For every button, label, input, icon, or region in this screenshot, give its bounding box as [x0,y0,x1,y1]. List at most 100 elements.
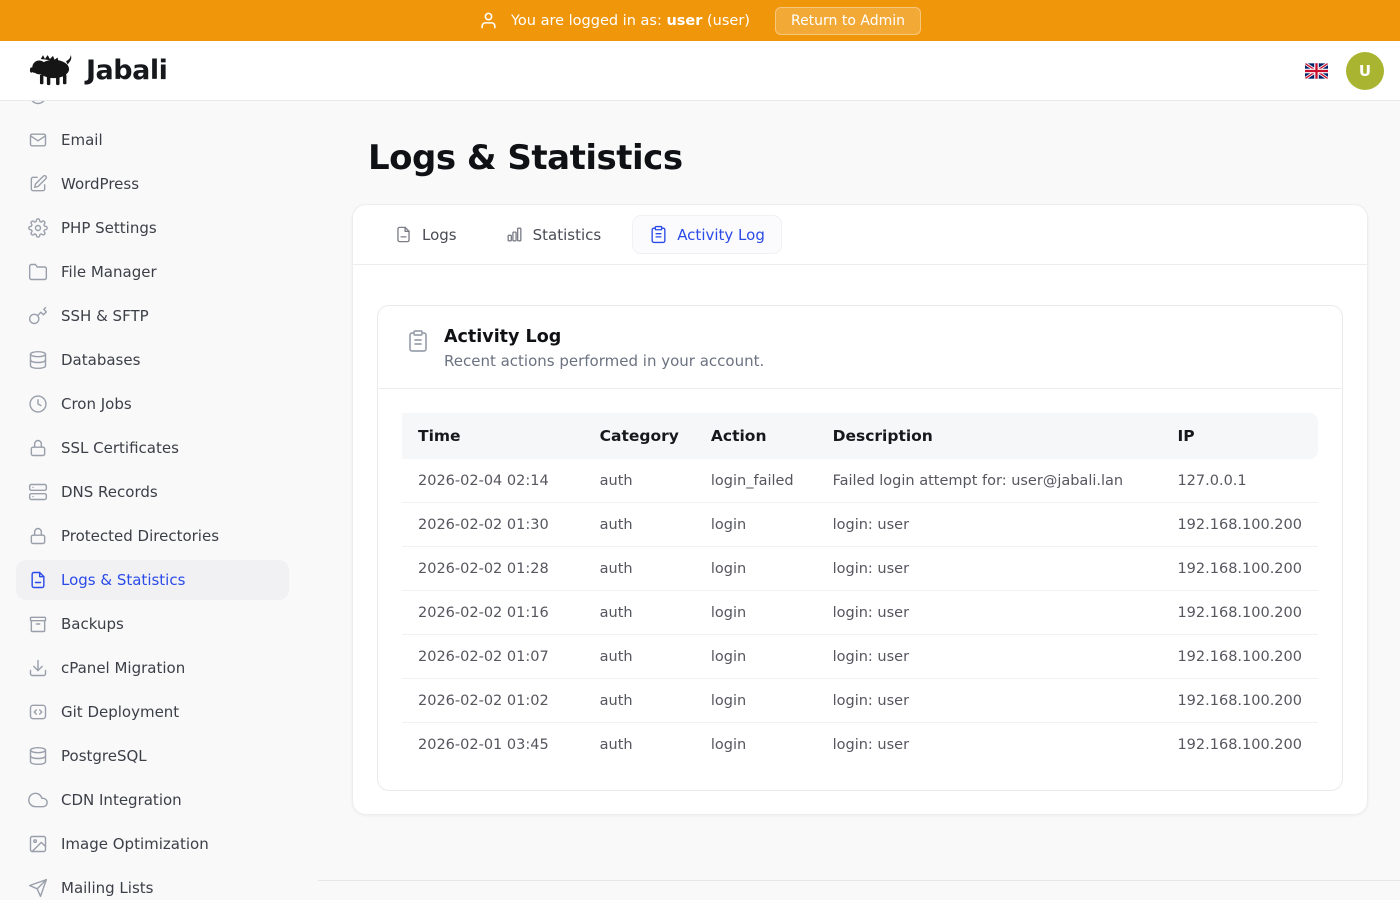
sidebar-item-clipped-top[interactable] [16,101,289,116]
sidebar-item-cpanel-migration[interactable]: cPanel Migration [16,648,289,688]
sidebar-item-label: WordPress [61,175,139,193]
sidebar-item-label: CDN Integration [61,791,182,809]
tab-label: Statistics [533,226,602,244]
folder-icon [28,262,48,282]
cell-description: login: user [817,723,1162,766]
sidebar-item-label: cPanel Migration [61,659,185,677]
sidebar-item-logs-statistics[interactable]: Logs & Statistics [16,560,289,600]
sidebar-item-label: Logs & Statistics [61,571,185,589]
edit-icon [28,174,48,194]
column-header: IP [1161,413,1318,459]
user-icon [479,11,498,30]
sidebar-item-label: PHP Settings [61,219,157,237]
cell-category: auth [584,591,695,635]
banner-role: (user) [707,13,750,29]
brand-name: Jabali [86,55,167,86]
cell-time: 2026-02-02 01:28 [402,547,584,591]
footer-divider [318,880,1400,896]
panel-subtitle: Recent actions performed in your account… [444,352,764,370]
sidebar-item-label: Email [61,131,103,149]
sidebar-item-protected-directories[interactable]: Protected Directories [16,516,289,556]
page-title: Logs & Statistics [368,138,1368,178]
sidebar-item-label: Git Deployment [61,703,179,721]
sidebar-item-git-deployment[interactable]: Git Deployment [16,692,289,732]
sidebar-item-ssl-certificates[interactable]: SSL Certificates [16,428,289,468]
sidebar-item-image-optimization[interactable]: Image Optimization [16,824,289,864]
sidebar-item-cdn-integration[interactable]: CDN Integration [16,780,289,820]
cell-category: auth [584,503,695,547]
tab-label: Logs [422,226,457,244]
sidebar-nav: Email WordPress PHP Settings File Manage… [0,101,304,900]
banner-text: You are logged in as: user (user) [511,13,750,29]
sidebar-item-label: SSL Certificates [61,439,179,457]
brand-logo[interactable]: Jabali [30,54,167,87]
sidebar-item-label: PostgreSQL [61,747,147,765]
sidebar-item-wordpress[interactable]: WordPress [16,164,289,204]
panel-title: Activity Log [444,327,764,347]
tab-activity-log[interactable]: Activity Log [632,215,782,254]
sidebar-item-php-settings[interactable]: PHP Settings [16,208,289,248]
sidebar-item-dns-records[interactable]: DNS Records [16,472,289,512]
activity-log-panel: Activity Log Recent actions performed in… [377,305,1343,791]
cell-ip: 192.168.100.200 [1161,591,1318,635]
cell-description: login: user [817,591,1162,635]
return-to-admin-button[interactable]: Return to Admin [775,7,921,35]
sidebar-item-label: Cron Jobs [61,395,132,413]
cell-action: login [695,723,817,766]
table-row: 2026-02-04 02:14 auth login_failed Faile… [402,459,1318,503]
database-icon [28,350,48,370]
column-header: Time [402,413,584,459]
key-icon [28,306,48,326]
uk-flag-icon[interactable] [1305,63,1328,79]
archive-icon [28,614,48,634]
file-icon [394,225,413,244]
cell-description: login: user [817,679,1162,723]
table-row: 2026-02-02 01:30 auth login login: user … [402,503,1318,547]
gear-icon [28,218,48,238]
cell-category: auth [584,679,695,723]
cell-time: 2026-02-02 01:30 [402,503,584,547]
sidebar-item-label: DNS Records [61,483,158,501]
image-icon [28,834,48,854]
cell-action: login [695,547,817,591]
send-icon [28,878,48,898]
sidebar-item-label: Protected Directories [61,527,219,545]
sidebar-item-cron-jobs[interactable]: Cron Jobs [16,384,289,424]
user-avatar[interactable]: U [1346,52,1384,90]
cell-ip: 192.168.100.200 [1161,723,1318,766]
column-header: Action [695,413,817,459]
sidebar-item-label: Databases [61,351,140,369]
cell-time: 2026-02-02 01:07 [402,635,584,679]
activity-log-table: TimeCategoryActionDescriptionIP 2026-02-… [402,413,1318,766]
table-row: 2026-02-01 03:45 auth login login: user … [402,723,1318,766]
sidebar-item-label: Backups [61,615,124,633]
sidebar-item-file-manager[interactable]: File Manager [16,252,289,292]
sidebar-item-ssh-sftp[interactable]: SSH & SFTP [16,296,289,336]
impersonation-banner: You are logged in as: user (user) Return… [0,0,1400,41]
lock-icon [28,526,48,546]
clock-icon [28,394,48,414]
table-row: 2026-02-02 01:16 auth login login: user … [402,591,1318,635]
cell-ip: 127.0.0.1 [1161,459,1318,503]
code-icon [28,702,48,722]
tab-logs[interactable]: Logs [377,215,474,254]
tab-statistics[interactable]: Statistics [488,215,619,254]
cell-action: login_failed [695,459,817,503]
cell-category: auth [584,635,695,679]
sidebar-item-databases[interactable]: Databases [16,340,289,380]
cell-time: 2026-02-02 01:16 [402,591,584,635]
cell-category: auth [584,459,695,503]
logs-statistics-card: Logs Statistics Activity Log [352,204,1368,815]
sidebar-item-postgresql[interactable]: PostgreSQL [16,736,289,776]
sidebar-item-email[interactable]: Email [16,120,289,160]
main-content: Logs & Statistics Logs Statistics Activi… [304,101,1400,900]
cell-description: login: user [817,635,1162,679]
clipboard-icon [649,225,668,244]
cell-ip: 192.168.100.200 [1161,679,1318,723]
tab-bar: Logs Statistics Activity Log [353,205,1367,265]
cell-category: auth [584,547,695,591]
sidebar-item-backups[interactable]: Backups [16,604,289,644]
sidebar-item-mailing-lists[interactable]: Mailing Lists [16,868,289,900]
cell-ip: 192.168.100.200 [1161,635,1318,679]
download-icon [28,658,48,678]
